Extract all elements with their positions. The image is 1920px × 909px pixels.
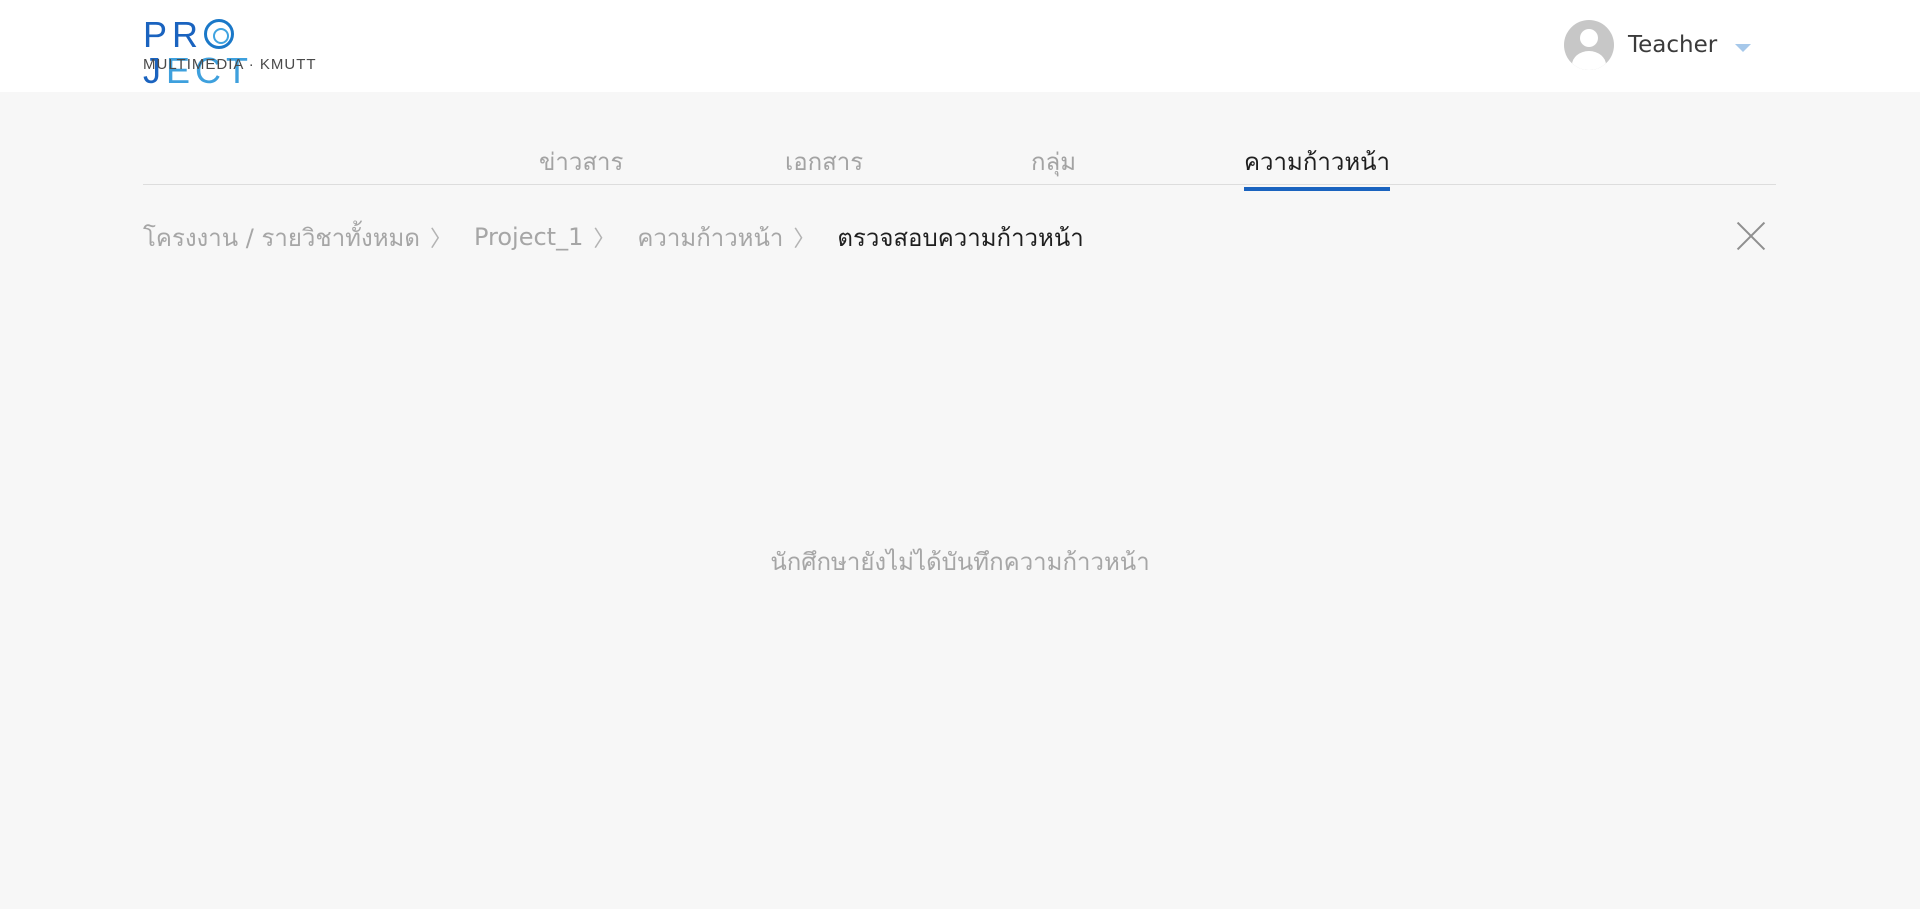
user-name: Teacher: [1628, 32, 1718, 58]
user-menu[interactable]: Teacher: [1564, 19, 1752, 71]
breadcrumb-separator-icon: 〉: [429, 227, 452, 252]
breadcrumb-progress[interactable]: ความก้าวหน้า: [637, 218, 783, 257]
chevron-down-icon[interactable]: [1735, 44, 1752, 52]
breadcrumb-separator-icon: 〉: [793, 227, 816, 252]
tab-progress[interactable]: ความก้าวหน้า: [1244, 142, 1391, 191]
user-avatar-icon: [1564, 20, 1614, 70]
breadcrumb: โครงงาน / รายวิชาทั้งหมด 〉 Project_1 〉 ค…: [143, 220, 1084, 254]
logo-subtitle: MULTIMEDIA · KMUTT: [143, 56, 317, 73]
breadcrumb-separator-icon: 〉: [593, 227, 616, 252]
empty-state-message: นักศึกษายังไม่ได้บันทึกความก้าวหน้า: [770, 548, 1150, 576]
tab-groups[interactable]: กลุ่ม: [1031, 142, 1076, 187]
tab-documents[interactable]: เอกสาร: [785, 142, 863, 187]
tab-news[interactable]: ข่าวสาร: [539, 142, 623, 187]
breadcrumb-current-page: ตรวจสอบความก้าวหน้า: [837, 223, 1084, 252]
top-bar: PRJECT MULTIMEDIA · KMUTT Teacher: [0, 0, 1920, 92]
logo-o-ring-icon: [204, 19, 235, 49]
section-tabs: ข่าวสาร เอกสาร กลุ่ม ความก้าวหน้า: [143, 130, 1776, 191]
breadcrumb-projects-all-courses[interactable]: โครงงาน / รายวิชาทั้งหมด: [143, 218, 420, 257]
logo-wordmark: PRJECT: [143, 14, 253, 91]
breadcrumb-project[interactable]: Project_1: [474, 223, 583, 251]
close-icon[interactable]: [1736, 221, 1766, 251]
project-logo[interactable]: PRJECT MULTIMEDIA · KMUTT: [143, 17, 323, 89]
